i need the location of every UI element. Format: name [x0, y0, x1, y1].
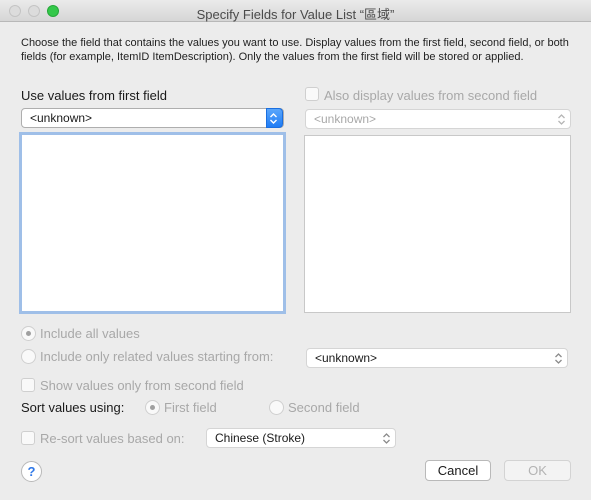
second-field-popup-value: <unknown> [314, 112, 377, 126]
also-display-second-field-checkbox[interactable] [305, 87, 319, 101]
resort-values-checkbox[interactable] [21, 431, 35, 445]
window-title: Specify Fields for Value List “區域” [196, 7, 395, 22]
sort-second-field-radio[interactable] [269, 400, 284, 415]
related-start-popup-value: <unknown> [315, 351, 378, 365]
cancel-button[interactable]: Cancel [425, 460, 491, 481]
include-related-values-label: Include only related values starting fro… [40, 349, 274, 364]
show-second-only-checkbox[interactable] [21, 378, 35, 392]
include-related-values-radio[interactable] [21, 349, 36, 364]
resort-language-popup[interactable]: Chinese (Stroke) [206, 428, 396, 448]
first-field-label: Use values from first field [21, 88, 167, 103]
sort-first-field-label: First field [164, 400, 217, 415]
resort-language-popup-value: Chinese (Stroke) [215, 431, 306, 445]
first-field-popup-value: <unknown> [30, 111, 93, 125]
include-all-values-radio[interactable] [21, 326, 36, 341]
sort-second-field-label: Second field [288, 400, 360, 415]
ok-button[interactable]: OK [504, 460, 571, 481]
related-start-popup[interactable]: <unknown> [306, 348, 568, 368]
chevron-updown-icon [558, 114, 565, 125]
sort-first-field-radio[interactable] [145, 400, 160, 415]
first-field-popup[interactable]: <unknown> [21, 108, 284, 128]
also-display-second-field-label: Also display values from second field [324, 88, 538, 103]
instructions-text: Choose the field that contains the value… [21, 37, 569, 63]
show-second-only-label: Show values only from second field [40, 378, 244, 393]
title-bar: Specify Fields for Value List “區域” [0, 0, 591, 22]
second-field-popup[interactable]: <unknown> [305, 109, 571, 129]
popup-stepper-icon [266, 108, 283, 128]
help-button[interactable]: ? [21, 461, 42, 482]
sort-values-label: Sort values using: [21, 400, 125, 415]
include-all-values-label: Include all values [40, 326, 140, 341]
first-field-list[interactable] [19, 132, 286, 314]
chevron-updown-icon [555, 353, 562, 364]
chevron-updown-icon [383, 433, 390, 444]
value-list-dialog: Specify Fields for Value List “區域” Choos… [0, 0, 591, 500]
resort-values-label: Re-sort values based on: [40, 431, 185, 446]
second-field-list[interactable] [304, 135, 571, 313]
